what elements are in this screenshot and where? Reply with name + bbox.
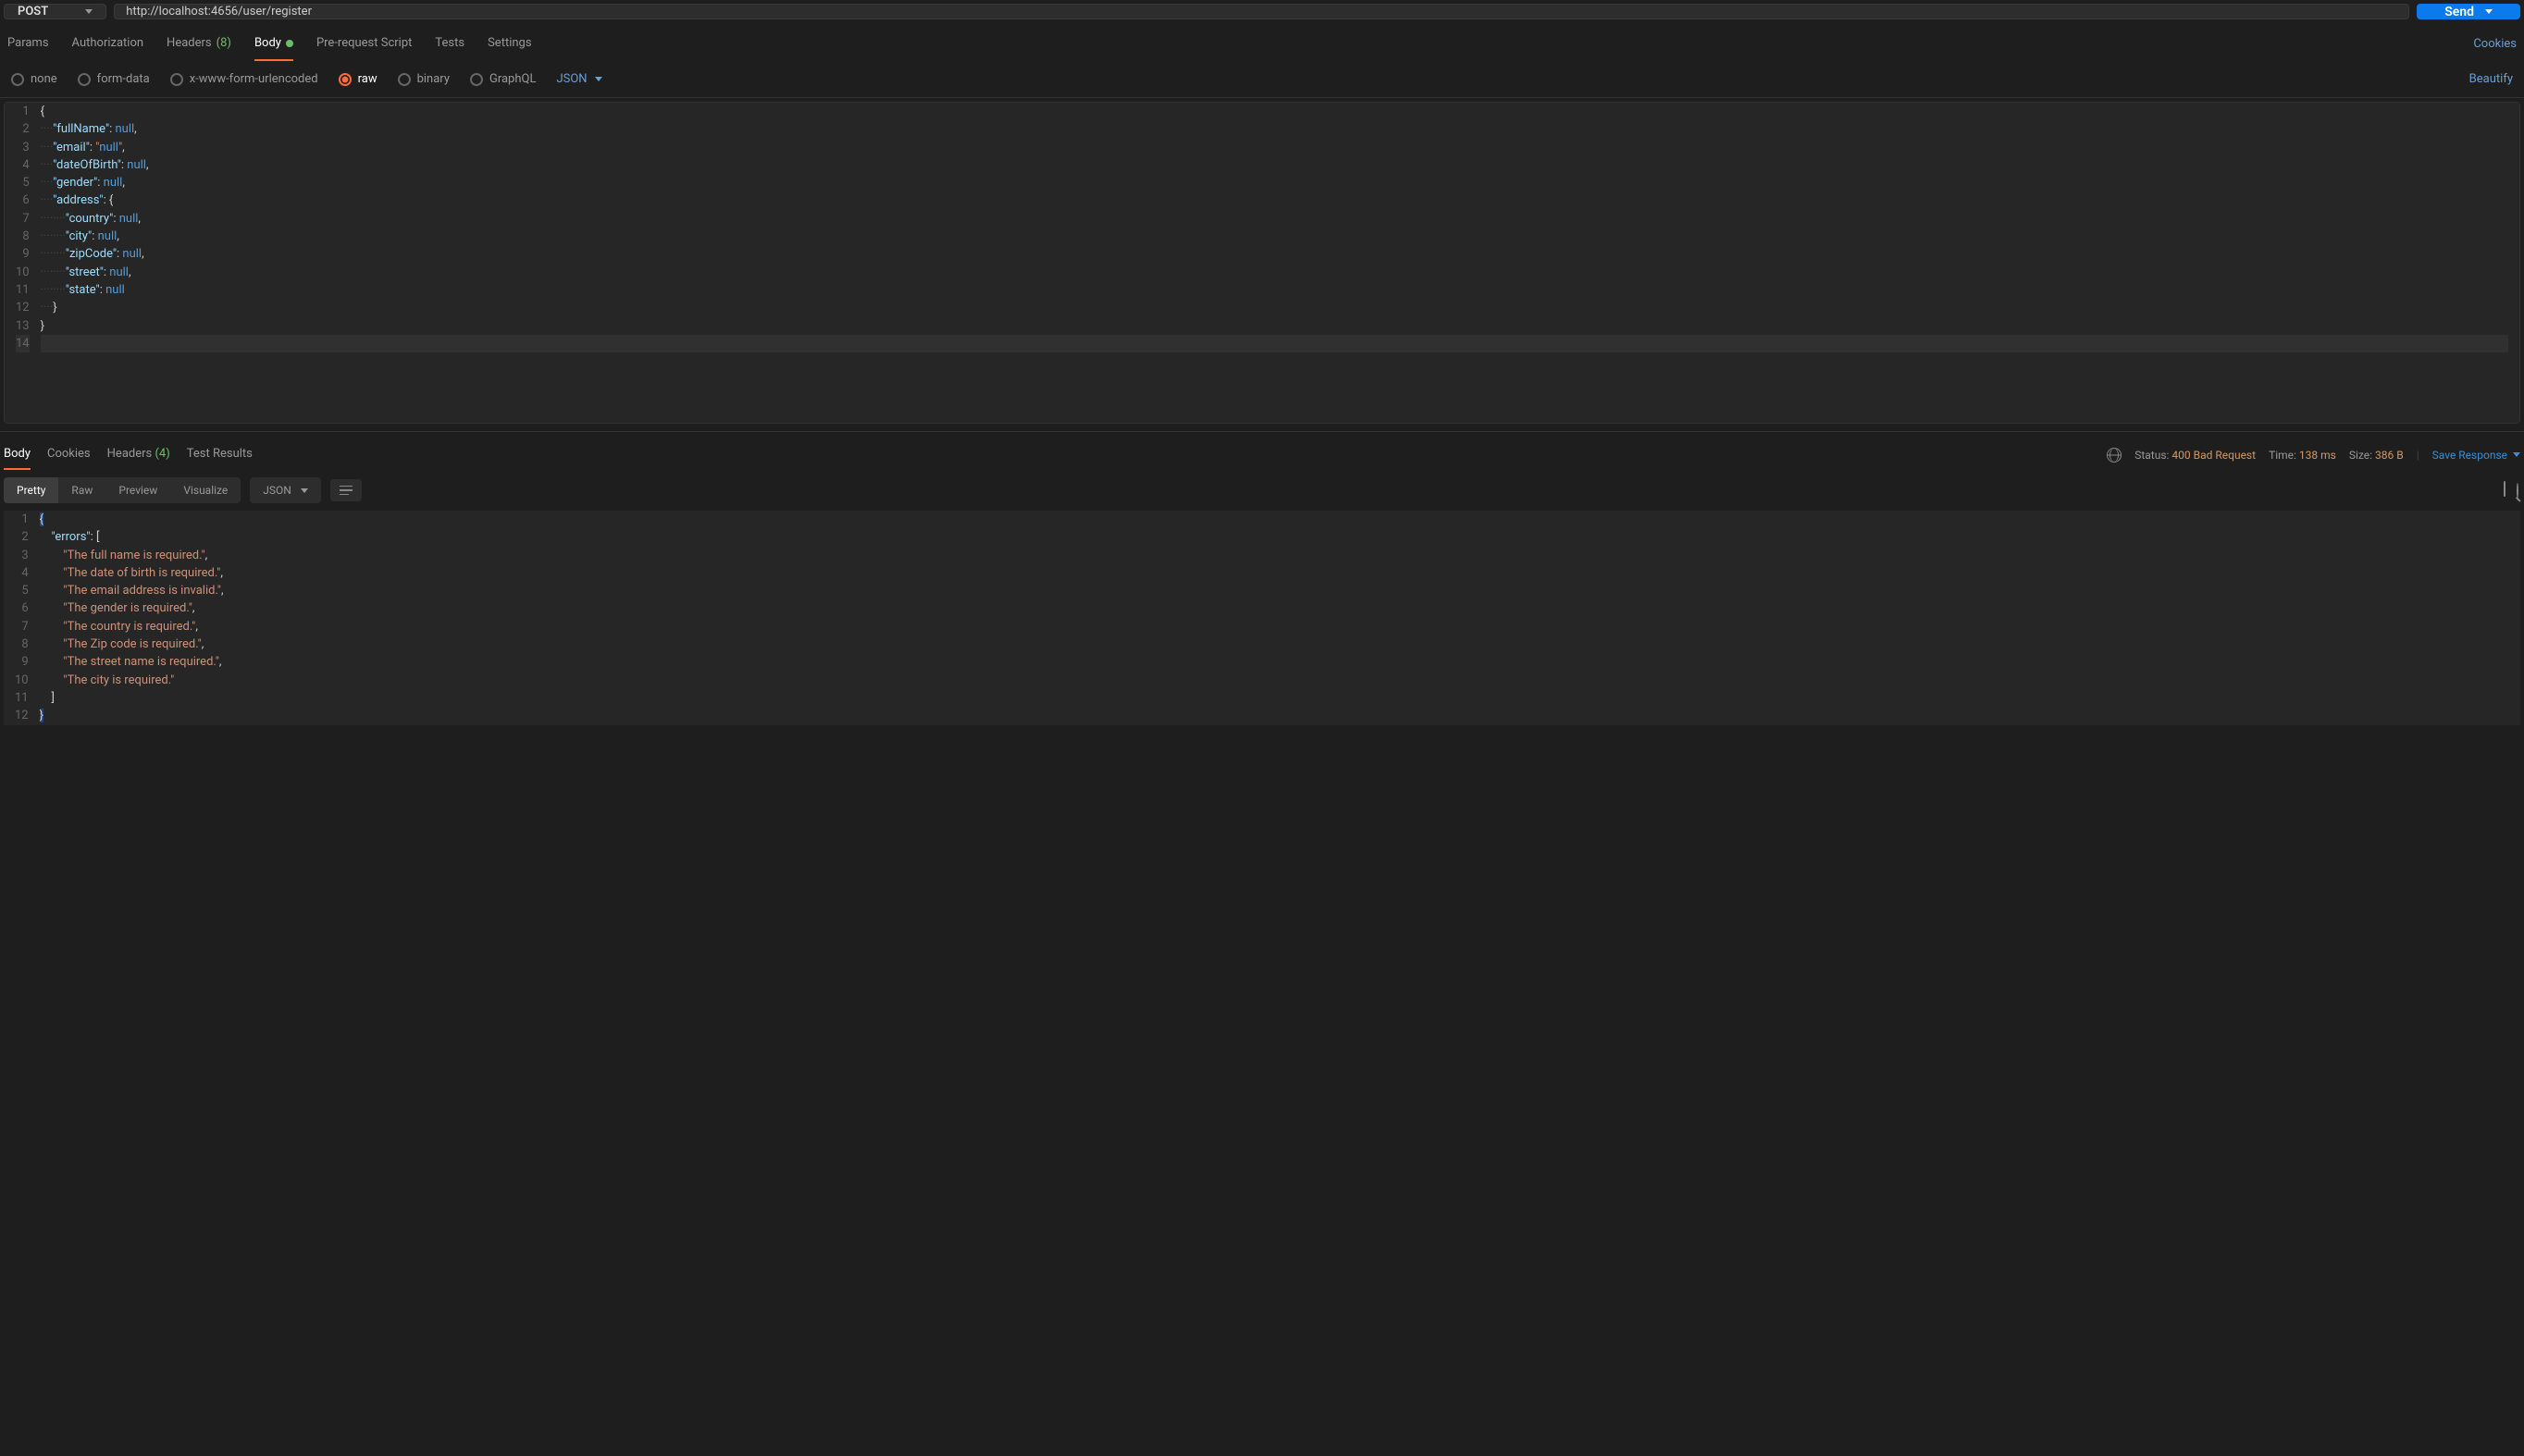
response-tab-testresults[interactable]: Test Results <box>187 439 253 470</box>
save-response-button[interactable]: Save Response <box>2432 449 2520 462</box>
chevron-down-icon <box>595 77 602 81</box>
tab-body[interactable]: Body <box>254 27 293 61</box>
response-tab-cookies[interactable]: Cookies <box>47 439 91 470</box>
response-size: 386 B <box>2375 449 2404 462</box>
view-raw[interactable]: Raw <box>58 477 105 503</box>
status-code: 400 <box>2171 449 2190 462</box>
status-text: Bad Request <box>2194 449 2256 462</box>
body-type-binary[interactable]: binary <box>398 72 450 86</box>
tab-params[interactable]: Params <box>7 27 49 61</box>
response-tab-headers[interactable]: Headers (4) <box>107 439 170 470</box>
chevron-down-icon <box>2485 9 2493 14</box>
body-type-urlencoded[interactable]: x-www-form-urlencoded <box>170 72 318 86</box>
copy-icon <box>2504 481 2505 497</box>
chevron-down-icon <box>301 488 308 493</box>
beautify-link[interactable]: Beautify <box>2469 72 2513 86</box>
request-body-editor[interactable]: 1234567891011121314 {····"fullName": nul… <box>4 102 2520 424</box>
globe-icon[interactable] <box>2107 448 2122 463</box>
body-type-graphql[interactable]: GraphQL <box>470 72 536 86</box>
body-type-formdata[interactable]: form-data <box>78 72 150 86</box>
chevron-down-icon <box>2513 452 2520 457</box>
body-type-raw[interactable]: raw <box>339 72 377 86</box>
send-button[interactable]: Send <box>2417 4 2520 19</box>
response-time: 138 ms <box>2299 449 2336 462</box>
tab-prerequest[interactable]: Pre-request Script <box>316 27 412 61</box>
body-lang-select[interactable]: JSON <box>556 72 601 86</box>
tab-authorization[interactable]: Authorization <box>72 27 144 61</box>
response-lang-select[interactable]: JSON <box>250 477 321 503</box>
view-preview[interactable]: Preview <box>105 477 170 503</box>
search-icon <box>2517 483 2518 499</box>
tab-tests[interactable]: Tests <box>435 27 464 61</box>
method-label: POST <box>18 5 48 19</box>
url-input[interactable]: http://localhost:4656/user/register <box>114 4 2409 19</box>
wrap-lines-button[interactable] <box>330 479 362 502</box>
tab-settings[interactable]: Settings <box>488 27 531 61</box>
cookies-link[interactable]: Cookies <box>2473 37 2517 51</box>
modified-dot-icon <box>286 40 293 47</box>
response-tab-body[interactable]: Body <box>4 439 31 470</box>
wrap-icon <box>340 486 353 496</box>
view-pretty[interactable]: Pretty <box>4 477 58 503</box>
http-method-select[interactable]: POST <box>4 4 106 19</box>
copy-button[interactable] <box>2504 482 2505 500</box>
body-type-none[interactable]: none <box>11 72 57 86</box>
tab-headers[interactable]: Headers (8) <box>167 27 231 61</box>
chevron-down-icon <box>85 9 93 14</box>
search-button[interactable] <box>2515 482 2520 500</box>
response-body-viewer[interactable]: 123456789101112 { "errors": [ "The full … <box>0 511 2524 725</box>
view-visualize[interactable]: Visualize <box>170 477 241 503</box>
